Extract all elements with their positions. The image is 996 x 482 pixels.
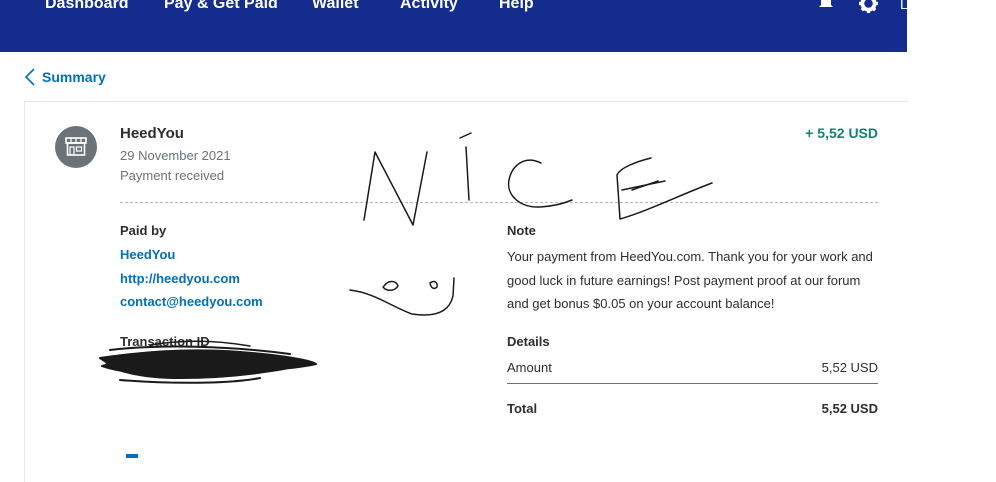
payer-email-link[interactable]: contact@heedyou.com xyxy=(120,294,263,309)
gear-icon[interactable] xyxy=(859,0,878,13)
section-divider xyxy=(120,202,878,203)
nav-activity[interactable]: Activity xyxy=(400,0,458,13)
top-nav-bar: Dashboard Pay & Get Paid Wallet Activity… xyxy=(0,0,908,52)
transaction-amount: + 5,52 USD xyxy=(805,125,878,141)
nav-pay-get-paid[interactable]: Pay & Get Paid xyxy=(164,0,278,13)
nav-dashboard[interactable]: Dashboard xyxy=(45,0,129,13)
details-heading: Details xyxy=(507,334,550,349)
transaction-date: 29 November 2021 xyxy=(120,148,231,163)
merchant-avatar xyxy=(55,126,97,168)
note-heading: Note xyxy=(507,223,536,238)
partial-element-stub xyxy=(126,454,138,458)
payer-website-link[interactable]: http://heedyou.com xyxy=(120,271,240,286)
note-text: Your payment from HeedYou.com. Thank you… xyxy=(507,249,873,311)
back-to-summary-link[interactable]: Summary xyxy=(24,66,106,88)
nav-overflow-stub[interactable]: L xyxy=(900,0,908,12)
bell-icon[interactable] xyxy=(817,0,835,12)
chevron-left-icon xyxy=(24,68,35,86)
amount-value: 5,52 USD xyxy=(821,360,878,375)
details-divider xyxy=(507,383,878,384)
nav-help[interactable]: Help xyxy=(499,0,534,13)
paid-by-heading: Paid by xyxy=(120,223,167,238)
merchant-name: HeedYou xyxy=(120,125,184,142)
store-icon xyxy=(65,137,87,156)
payer-name-link[interactable]: HeedYou xyxy=(120,247,175,262)
back-label: Summary xyxy=(42,69,106,85)
total-label: Total xyxy=(507,401,538,416)
total-value: 5,52 USD xyxy=(821,401,878,416)
nav-wallet[interactable]: Wallet xyxy=(312,0,359,13)
transaction-status: Payment received xyxy=(120,168,225,183)
transaction-id-heading: Transaction ID xyxy=(120,334,210,349)
amount-label: Amount xyxy=(507,360,552,375)
